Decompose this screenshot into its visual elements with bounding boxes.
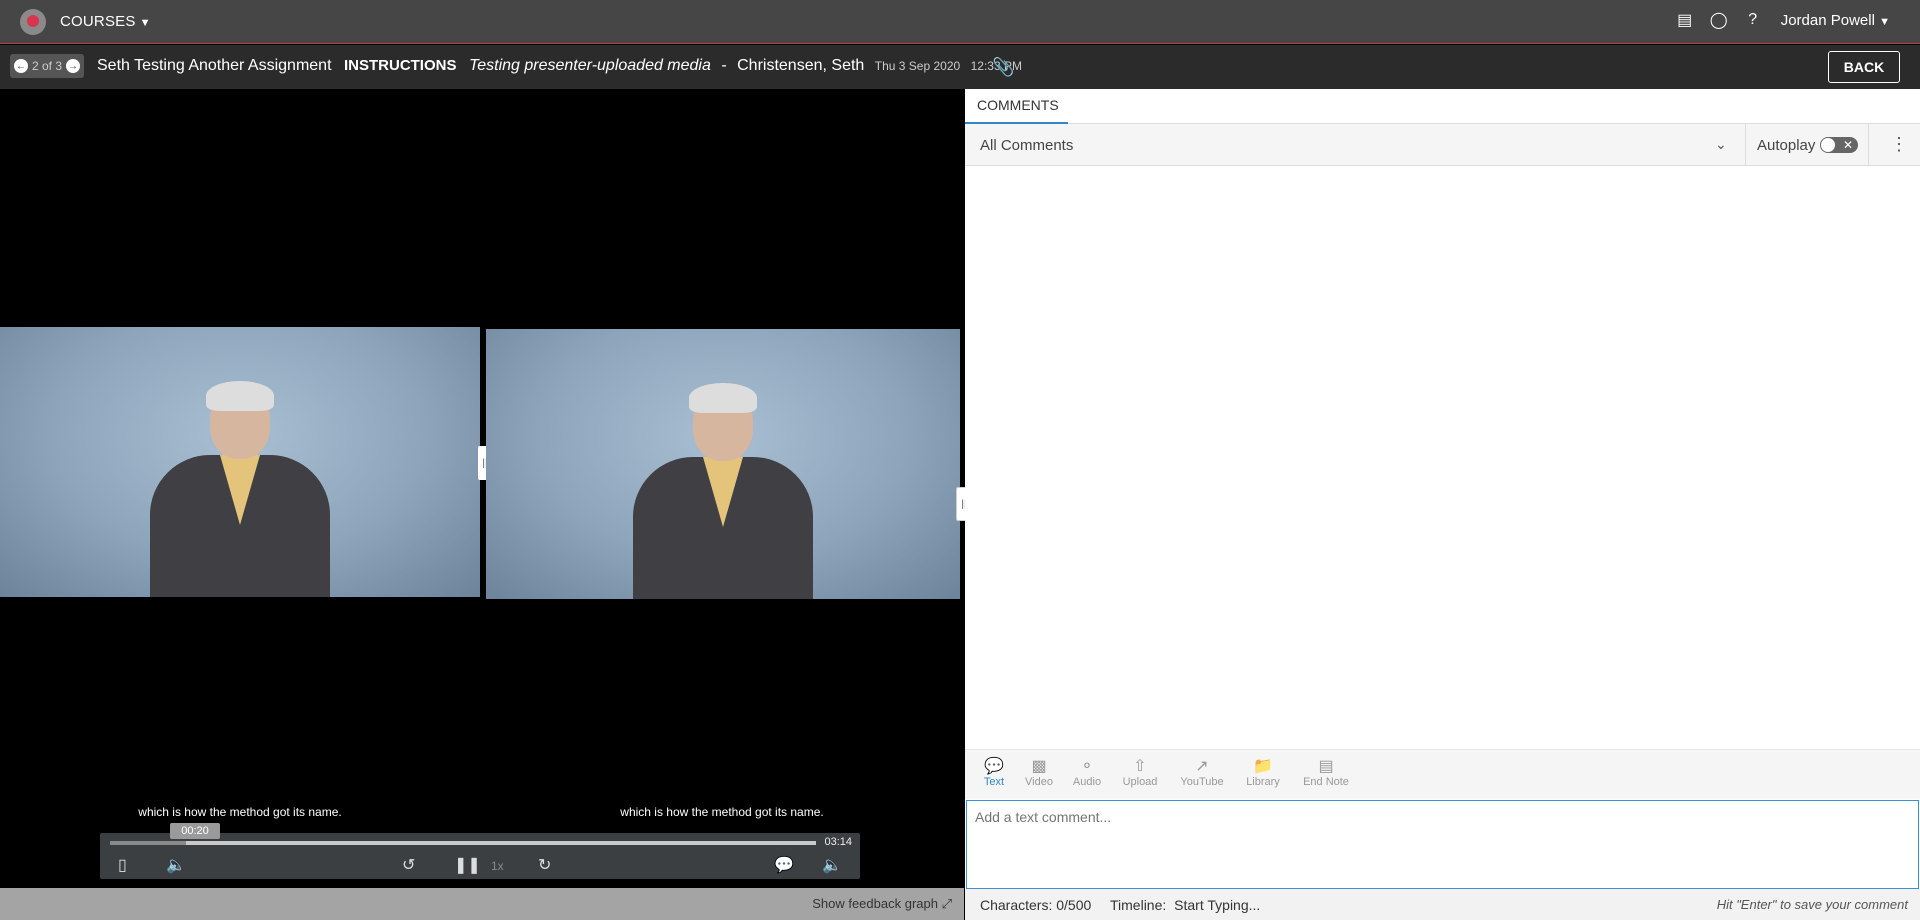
assignment-title: Seth Testing Another Assignment [97, 57, 332, 74]
timeline-label: Timeline: [1110, 897, 1167, 913]
chevron-down-icon: ▼ [1879, 15, 1890, 28]
comment-text-input[interactable] [967, 801, 1918, 888]
comments-panel: COMMENTS All Comments ⌄ Autoplay ✕ ⋮ 💬 T… [965, 89, 1920, 920]
courses-label: COURSES [60, 13, 136, 30]
video-player: || which is how the method got its name.… [0, 89, 964, 920]
divider [1745, 124, 1746, 166]
user-name: Jordan Powell [1780, 11, 1875, 29]
tool-label: YouTube [1180, 776, 1224, 788]
character-count: Characters: 0/500 [980, 897, 1092, 913]
volume-icon[interactable]: 🔈 [166, 855, 186, 875]
folder-icon: 📁 [1253, 758, 1273, 775]
tool-library[interactable]: 📁 Library [1243, 756, 1283, 788]
autoplay-toggle[interactable]: ✕ [1820, 137, 1858, 153]
instructions-link[interactable]: INSTRUCTIONS [344, 57, 457, 74]
more-options-icon[interactable]: ⋮ [1890, 134, 1908, 155]
pager-text: 2 of 3 [32, 59, 63, 73]
tool-label: Text [983, 776, 1005, 788]
app-logo[interactable] [20, 9, 46, 35]
submission-pager: ← 2 of 3 → [10, 54, 85, 78]
caption-right: which is how the method got its name. [620, 805, 824, 819]
video-left[interactable] [0, 327, 480, 597]
caption-left: which is how the method got its name. [138, 805, 342, 819]
comment-bubble-icon[interactable]: 💬 [774, 855, 794, 875]
tab-comments[interactable]: COMMENTS [977, 97, 1059, 121]
rewind-10-icon[interactable]: ↺ [402, 855, 415, 875]
media-title: Testing presenter-uploaded media [468, 57, 711, 74]
assignment-info: Seth Testing Another Assignment INSTRUCT… [97, 57, 1022, 75]
save-hint: Hit "Enter" to save your comment [1716, 897, 1908, 912]
prev-arrow-icon[interactable]: ← [14, 59, 28, 73]
chevron-down-icon: ▼ [139, 17, 151, 29]
tool-label: End Note [1303, 776, 1349, 788]
seek-bar-progress [110, 841, 186, 845]
next-arrow-icon[interactable]: → [66, 59, 81, 73]
speech-bubble-icon: 💬 [984, 758, 1004, 775]
submission-date: Thu 3 Sep 2020 [874, 59, 961, 73]
upload-arrow-icon: ⇧ [1133, 758, 1147, 775]
captions-icon[interactable]: ▯ [118, 855, 127, 875]
divider [1868, 124, 1869, 166]
seek-bar[interactable]: 00:20 [110, 823, 816, 845]
tool-text[interactable]: 💬 Text [979, 756, 1009, 788]
top-nav-bar: COURSES ▼ ▤ ◯ ? Jordan Powell ▼ [0, 0, 1920, 44]
presenter-figure [140, 367, 340, 597]
microphone-icon: ⚬ [1080, 758, 1094, 775]
presenter-figure [623, 369, 823, 599]
external-link-icon: ↗ [1195, 758, 1209, 775]
forward-10-icon[interactable]: ↻ [538, 855, 551, 875]
chevron-down-icon[interactable]: ⌄ [1715, 136, 1727, 153]
comment-status-bar: Characters: 0/500 Timeline: Start Typing… [965, 889, 1920, 920]
video-camera-icon: ▩ [1031, 758, 1047, 775]
player-controls: 00:20 03:14 ▯ 🔈 ↺ ❚❚ 1x ↻ 💬 🔈 [100, 823, 860, 879]
tool-audio[interactable]: ⚬ Audio [1069, 756, 1105, 788]
show-feedback-graph-link[interactable]: Show feedback graph ⤢ [812, 896, 952, 912]
tool-end-note[interactable]: ▤ End Note [1299, 756, 1353, 788]
comment-filter-select[interactable]: All Comments [980, 137, 1073, 154]
duration-label: 03:14 [824, 836, 852, 848]
tool-label: Video [1025, 776, 1053, 788]
tool-label: Upload [1122, 776, 1158, 788]
presenter-name: Christensen, Seth [737, 57, 865, 74]
show-feedback-graph-label: Show feedback graph [812, 896, 938, 911]
volume-icon[interactable]: 🔈 [822, 855, 842, 875]
timeline-value: Start Typing... [1174, 897, 1261, 913]
pause-icon[interactable]: ❚❚ [454, 855, 481, 875]
back-button[interactable]: BACK [1828, 51, 1900, 83]
tool-video[interactable]: ▩ Video [1021, 756, 1057, 788]
toggle-knob [1821, 138, 1835, 152]
note-icon: ▤ [1318, 758, 1334, 775]
comment-filter-bar: All Comments ⌄ Autoplay ✕ ⋮ [965, 124, 1920, 166]
time-tooltip: 00:20 [170, 823, 220, 839]
tool-upload[interactable]: ⇧ Upload [1119, 756, 1161, 788]
expand-icon: ⤢ [941, 896, 952, 911]
assignment-header: ← 2 of 3 → Seth Testing Another Assignme… [0, 45, 1920, 89]
courses-menu[interactable]: COURSES ▼ [60, 13, 151, 30]
video-right[interactable] [486, 329, 960, 599]
panel-tabs: COMMENTS [965, 89, 1920, 125]
tool-label: Library [1246, 776, 1280, 788]
comment-input-wrapper [966, 800, 1919, 889]
paperclip-icon[interactable]: 📎 [992, 57, 1014, 78]
close-icon: ✕ [1842, 138, 1853, 152]
help-icon[interactable]: ? [1743, 10, 1763, 30]
timeline-status: Timeline: Start Typing... [1110, 897, 1260, 913]
tool-youtube[interactable]: ↗ YouTube [1177, 756, 1227, 788]
lightbulb-icon[interactable]: ◯ [1709, 10, 1729, 30]
user-menu[interactable]: Jordan Powell ▼ [1781, 12, 1890, 29]
tool-label: Audio [1072, 776, 1102, 788]
autoplay-label: Autoplay [1757, 137, 1816, 154]
comment-type-toolbar: 💬 Text ▩ Video ⚬ Audio ⇧ Upload ↗ YouTub… [965, 749, 1920, 799]
feedback-graph-bar: Show feedback graph ⤢ [0, 888, 964, 920]
playback-speed[interactable]: 1x [491, 859, 504, 873]
library-icon[interactable]: ▤ [1675, 10, 1695, 30]
title-separator: - [721, 57, 727, 74]
